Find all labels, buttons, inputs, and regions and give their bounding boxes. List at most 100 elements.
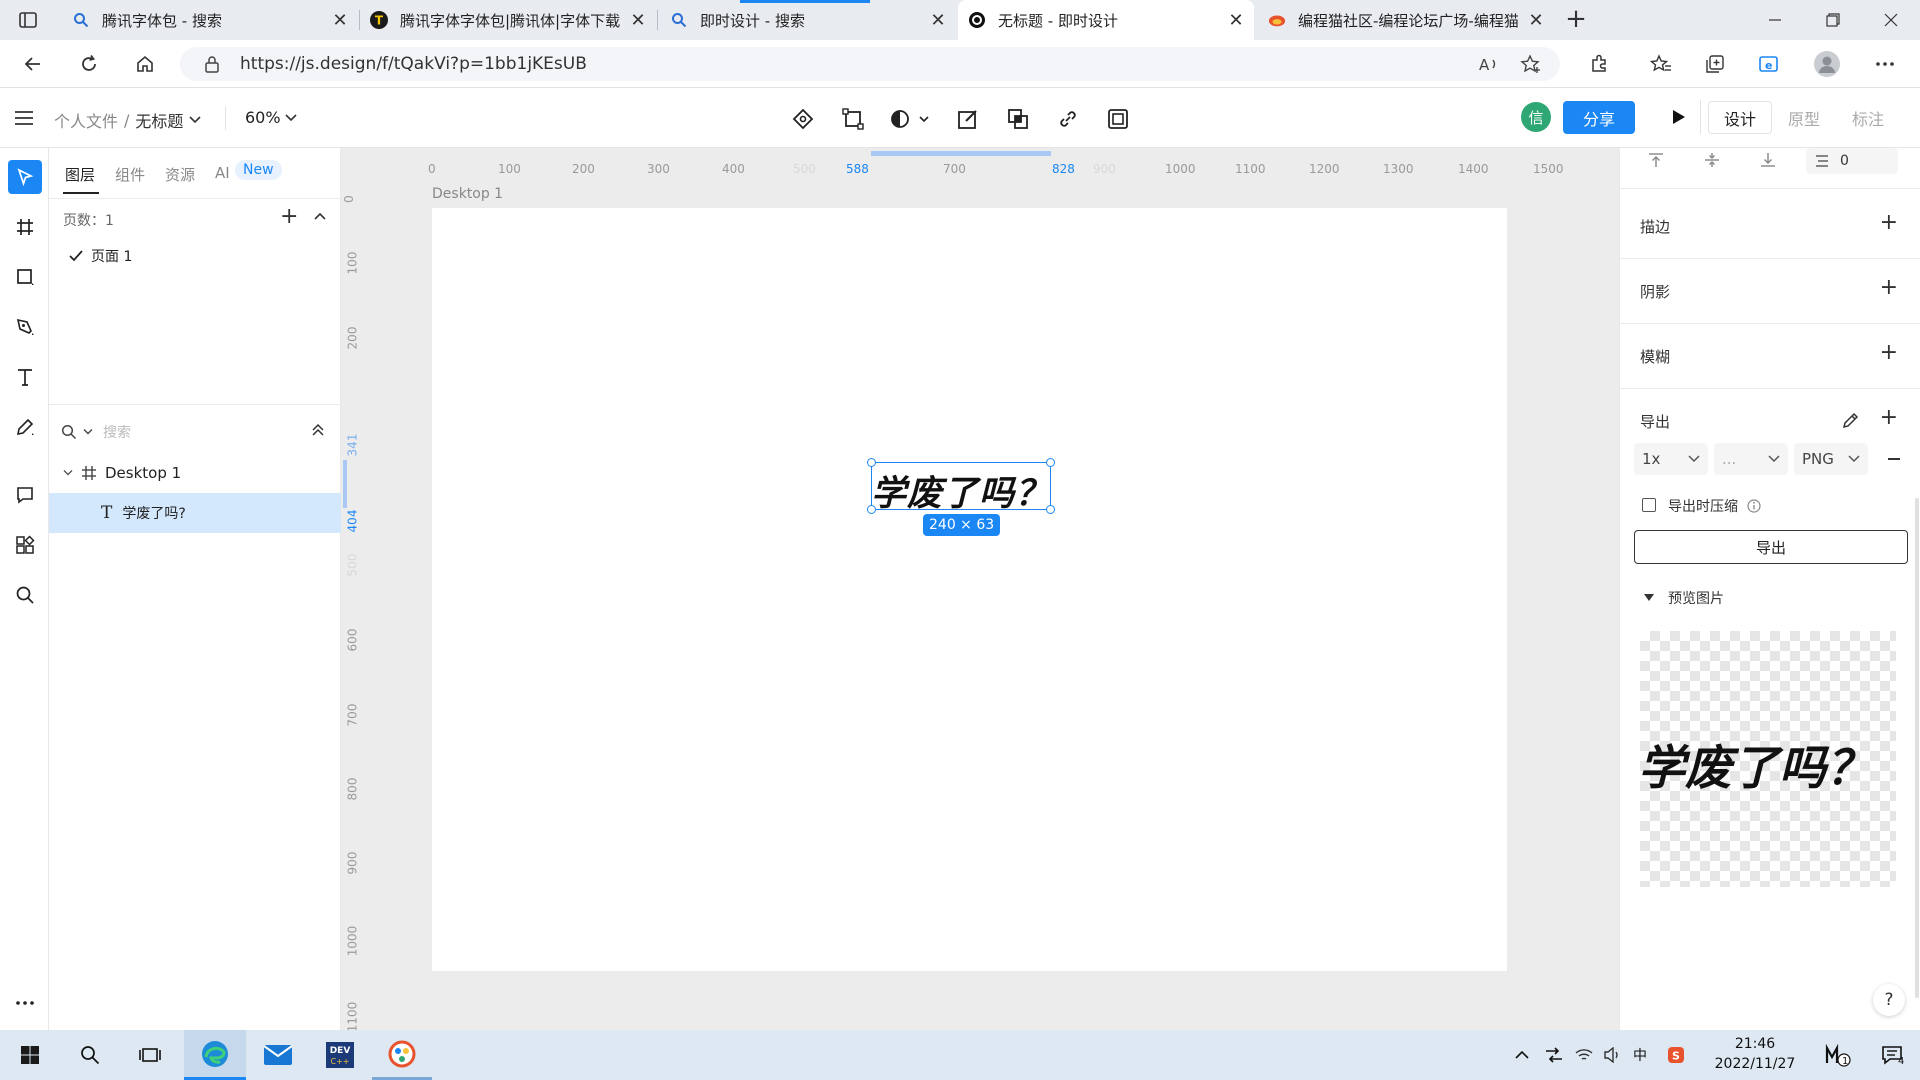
add-shadow-button[interactable]: + bbox=[1880, 277, 1898, 299]
frame-label[interactable]: Desktop 1 bbox=[432, 186, 503, 202]
resize-handle[interactable] bbox=[867, 505, 876, 514]
zoom-dropdown[interactable]: 60% bbox=[245, 108, 297, 127]
align-top-icon[interactable] bbox=[1648, 152, 1664, 168]
crop-frame-icon[interactable] bbox=[1105, 106, 1131, 132]
browser-tab[interactable]: 即时设计 - 搜索 ✕ bbox=[660, 0, 956, 40]
browser-tab[interactable]: 腾讯字体包 - 搜索 ✕ bbox=[62, 0, 358, 40]
info-icon[interactable] bbox=[1747, 499, 1761, 513]
ime-indicator[interactable]: 中 bbox=[1626, 1030, 1654, 1080]
tab-annotate[interactable]: 标注 bbox=[1836, 101, 1900, 134]
play-prototype-icon[interactable] bbox=[1669, 108, 1687, 126]
tab-ai[interactable]: AI bbox=[215, 164, 230, 182]
close-icon[interactable]: ✕ bbox=[332, 10, 348, 31]
read-aloud-icon[interactable]: A bbox=[1478, 54, 1500, 74]
browser-tab[interactable]: 编程猫社区-编程论坛广场-编程猫 ✕ bbox=[1258, 0, 1554, 40]
antivirus-tray-icon[interactable]: S bbox=[1662, 1030, 1690, 1080]
pencil-tool-icon[interactable] bbox=[8, 410, 42, 444]
file-name[interactable]: 无标题 bbox=[135, 108, 183, 132]
layer-row-text-selected[interactable]: T 学废了吗? bbox=[49, 493, 341, 533]
pen-tool-icon[interactable] bbox=[8, 310, 42, 344]
clock[interactable]: 21:46 2022/11/27 bbox=[1700, 1034, 1810, 1076]
edit-path-icon[interactable] bbox=[955, 106, 981, 132]
breadcrumb-root[interactable]: 个人文件 bbox=[54, 108, 118, 132]
component-icon[interactable] bbox=[790, 106, 816, 132]
layer-search[interactable]: 搜索 bbox=[61, 420, 311, 444]
rectangle-tool-icon[interactable] bbox=[8, 260, 42, 294]
add-favorite-icon[interactable] bbox=[1520, 54, 1542, 74]
app-tray-icon[interactable] bbox=[1540, 1030, 1568, 1080]
meet-now-icon[interactable]: 1 bbox=[1818, 1030, 1858, 1080]
align-bottom-icon[interactable] bbox=[1760, 152, 1776, 168]
collections-icon[interactable] bbox=[1698, 48, 1732, 80]
fill-mask-icon[interactable] bbox=[888, 106, 932, 132]
text-element-selected[interactable]: 学废了吗？ bbox=[867, 458, 1055, 514]
preview-toggle[interactable]: 预览图片 bbox=[1644, 588, 1724, 608]
hamburger-menu-icon[interactable] bbox=[14, 110, 34, 126]
profile-avatar[interactable] bbox=[1810, 48, 1844, 80]
help-button[interactable]: ? bbox=[1873, 984, 1905, 1016]
compress-checkbox[interactable] bbox=[1642, 498, 1656, 512]
devcpp-taskbar-icon[interactable]: DEV C++ bbox=[310, 1030, 370, 1080]
page-item[interactable]: 页面 1 bbox=[69, 246, 132, 266]
chevron-down-icon[interactable] bbox=[189, 116, 201, 124]
edge-taskbar-icon[interactable] bbox=[184, 1030, 246, 1080]
export-suffix-select[interactable]: ... bbox=[1714, 443, 1788, 475]
resize-handle[interactable] bbox=[867, 458, 876, 467]
add-export-button[interactable]: + bbox=[1880, 407, 1898, 429]
edge-sidebar-icon[interactable]: e bbox=[1752, 48, 1786, 80]
restore-button[interactable] bbox=[1804, 0, 1862, 40]
refresh-button[interactable] bbox=[72, 48, 106, 80]
export-scale-select[interactable]: 1x bbox=[1634, 443, 1708, 475]
task-view-icon[interactable] bbox=[122, 1030, 178, 1080]
frame-tool-icon[interactable] bbox=[8, 210, 42, 244]
url-field[interactable]: https://js.design/f/tQakVi?p=1bb1jKEsUB … bbox=[180, 47, 1560, 81]
comment-tool-icon[interactable] bbox=[8, 478, 42, 512]
add-blur-button[interactable]: + bbox=[1880, 342, 1898, 364]
extensions-icon[interactable] bbox=[1582, 48, 1616, 80]
lock-icon[interactable] bbox=[204, 55, 220, 73]
home-button[interactable] bbox=[128, 48, 162, 80]
move-tool-icon[interactable] bbox=[8, 160, 42, 194]
close-icon[interactable]: ✕ bbox=[1228, 10, 1244, 31]
search-tool-icon[interactable] bbox=[8, 578, 42, 612]
new-tab-button[interactable]: + bbox=[1562, 6, 1590, 34]
paint-app-taskbar-icon[interactable] bbox=[372, 1030, 432, 1080]
wifi-icon[interactable] bbox=[1570, 1030, 1598, 1080]
minimize-button[interactable] bbox=[1746, 0, 1804, 40]
close-icon[interactable]: ✕ bbox=[1528, 10, 1544, 31]
tab-layers[interactable]: 图层 bbox=[65, 164, 95, 185]
export-button[interactable]: 导出 bbox=[1634, 530, 1908, 564]
search-taskbar-icon[interactable] bbox=[62, 1030, 118, 1080]
export-format-select[interactable]: PNG bbox=[1794, 443, 1868, 475]
resize-handle[interactable] bbox=[1046, 458, 1055, 467]
add-page-button[interactable]: + bbox=[280, 204, 298, 229]
share-button[interactable]: 分享 bbox=[1563, 101, 1635, 134]
close-icon[interactable]: ✕ bbox=[930, 10, 946, 31]
remove-export-button[interactable] bbox=[1888, 458, 1900, 460]
tab-prototype[interactable]: 原型 bbox=[1772, 101, 1836, 134]
show-hidden-icons[interactable] bbox=[1508, 1030, 1536, 1080]
resize-handle[interactable] bbox=[1046, 505, 1055, 514]
close-window-button[interactable] bbox=[1862, 0, 1920, 40]
frame-desktop-1[interactable] bbox=[432, 208, 1507, 971]
align-middle-icon[interactable] bbox=[1704, 152, 1720, 168]
add-stroke-button[interactable]: + bbox=[1880, 212, 1898, 234]
browser-tab-active[interactable]: 无标题 - 即时设计 ✕ bbox=[958, 0, 1254, 40]
frame-transform-icon[interactable] bbox=[840, 106, 866, 132]
paragraph-spacing-field[interactable]: 0 bbox=[1806, 148, 1898, 174]
close-icon[interactable]: ✕ bbox=[630, 10, 646, 31]
design-canvas[interactable]: 0 100 200 300 400 500 588 700 828 900 10… bbox=[341, 148, 1619, 1030]
plugins-tool-icon[interactable] bbox=[8, 528, 42, 562]
tab-assets[interactable]: 资源 bbox=[165, 164, 195, 185]
boolean-icon[interactable] bbox=[1005, 106, 1031, 132]
search-input[interactable]: 搜索 bbox=[103, 422, 131, 442]
favorites-icon[interactable] bbox=[1644, 48, 1678, 80]
tab-components[interactable]: 组件 bbox=[115, 164, 145, 185]
more-tools-icon[interactable] bbox=[8, 986, 42, 1020]
user-avatar[interactable]: 信 bbox=[1521, 102, 1551, 132]
export-pencil-icon[interactable] bbox=[1842, 411, 1860, 429]
notification-center-icon[interactable]: 4 bbox=[1864, 1030, 1920, 1080]
tab-design[interactable]: 设计 bbox=[1708, 101, 1772, 134]
link-icon[interactable] bbox=[1055, 106, 1081, 132]
tab-actions-icon[interactable] bbox=[18, 10, 38, 30]
